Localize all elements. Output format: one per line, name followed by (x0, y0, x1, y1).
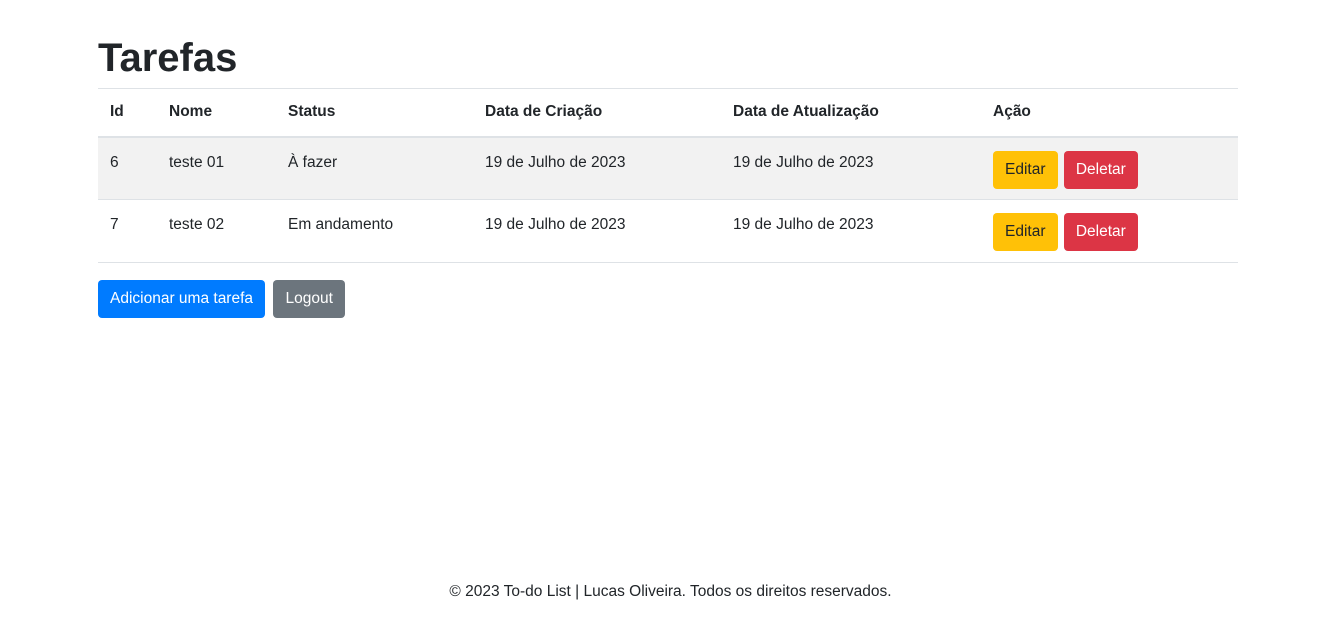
column-header-data-atualizacao: Data de Atualização (721, 88, 981, 138)
cell-status: À fazer (276, 136, 473, 200)
logout-button[interactable]: Logout (273, 280, 345, 318)
column-header-data-criacao: Data de Criação (473, 88, 721, 138)
footer-copyright: © 2023 To-do List | Lucas Oliveira. Todo… (449, 583, 892, 600)
tasks-table: Id Nome Status Data de Criação Data de A… (98, 88, 1238, 263)
table-row: 7 teste 02 Em andamento 19 de Julho de 2… (98, 199, 1238, 263)
edit-button[interactable]: Editar (993, 213, 1058, 251)
column-header-id: Id (98, 88, 157, 138)
column-header-acao: Ação (981, 88, 1238, 138)
cell-id: 7 (98, 199, 157, 263)
cell-data-atualizacao: 19 de Julho de 2023 (721, 199, 981, 263)
cell-data-atualizacao: 19 de Julho de 2023 (721, 136, 981, 200)
cell-status: Em andamento (276, 199, 473, 263)
column-header-nome: Nome (157, 88, 276, 138)
cell-acao: Editar Deletar (981, 136, 1238, 200)
delete-button[interactable]: Deletar (1063, 150, 1138, 189)
table-row: 6 teste 01 À fazer 19 de Julho de 2023 1… (98, 136, 1238, 200)
page-actions: Adicionar uma tarefa Logout (98, 280, 345, 318)
cell-id: 6 (98, 136, 157, 200)
cell-data-criacao: 19 de Julho de 2023 (473, 136, 721, 200)
table-body: 6 teste 01 À fazer 19 de Julho de 2023 1… (98, 136, 1238, 263)
cell-nome: teste 01 (157, 136, 276, 200)
page-title: Tarefas (98, 36, 238, 80)
table-header-row: Id Nome Status Data de Criação Data de A… (98, 88, 1238, 138)
column-header-status: Status (276, 88, 473, 138)
table-header: Id Nome Status Data de Criação Data de A… (98, 88, 1238, 138)
cell-nome: teste 02 (157, 199, 276, 263)
edit-button[interactable]: Editar (993, 150, 1058, 189)
cell-acao: Editar Deletar (981, 199, 1238, 263)
add-task-button[interactable]: Adicionar uma tarefa (98, 280, 266, 318)
cell-data-criacao: 19 de Julho de 2023 (473, 199, 721, 263)
delete-button[interactable]: Deletar (1063, 213, 1138, 251)
